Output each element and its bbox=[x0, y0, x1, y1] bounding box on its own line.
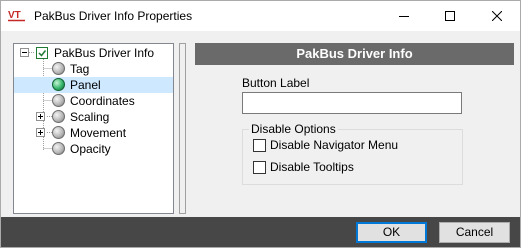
gray-circle-icon bbox=[52, 110, 65, 123]
disable-tooltips-checkbox[interactable] bbox=[253, 161, 266, 174]
green-circle-icon bbox=[52, 78, 65, 91]
button-label-caption: Button Label bbox=[242, 76, 310, 90]
disable-navigator-menu-checkbox[interactable] bbox=[253, 139, 266, 152]
tree-item-opacity[interactable]: Opacity bbox=[14, 141, 173, 157]
dialog-body: PakBus Driver Info Tag Panel Coordinates bbox=[1, 31, 520, 217]
gray-circle-icon bbox=[52, 94, 65, 107]
tree-item-label: Opacity bbox=[70, 142, 111, 156]
tree-item-label: Tag bbox=[70, 62, 90, 76]
tree-item-coordinates[interactable]: Coordinates bbox=[14, 93, 173, 109]
checked-box-icon bbox=[36, 47, 48, 59]
cancel-button[interactable]: Cancel bbox=[439, 222, 510, 243]
tree-item-label: PakBus Driver Info bbox=[54, 46, 155, 60]
minimize-icon bbox=[399, 16, 409, 17]
gray-circle-icon bbox=[52, 126, 65, 139]
tree-item-movement[interactable]: Movement bbox=[14, 125, 173, 141]
dialog-footer: OK Cancel bbox=[1, 217, 520, 247]
app-logo-icon: VT bbox=[8, 10, 25, 22]
panel-header: PakBus Driver Info bbox=[195, 43, 514, 65]
tree-item-label: Movement bbox=[70, 126, 127, 140]
title-bar[interactable]: VT PakBus Driver Info Properties bbox=[1, 1, 520, 31]
pane-splitter[interactable] bbox=[179, 43, 186, 214]
tree-item-label: Coordinates bbox=[70, 94, 135, 108]
button-label-input[interactable] bbox=[242, 92, 462, 114]
properties-dialog: VT PakBus Driver Info Properties PakBus … bbox=[0, 0, 521, 248]
maximize-button[interactable] bbox=[427, 1, 473, 31]
expand-icon[interactable] bbox=[36, 128, 45, 137]
window-title: PakBus Driver Info Properties bbox=[34, 9, 193, 23]
gray-circle-icon bbox=[52, 142, 65, 155]
svg-text:VT: VT bbox=[8, 10, 21, 21]
tree-item-root[interactable]: PakBus Driver Info bbox=[14, 45, 173, 61]
minimize-button[interactable] bbox=[381, 1, 427, 31]
checkbox-label: Disable Tooltips bbox=[270, 160, 354, 174]
tree-item-scaling[interactable]: Scaling bbox=[14, 109, 173, 125]
close-icon bbox=[492, 11, 502, 21]
close-button[interactable] bbox=[474, 1, 520, 31]
collapse-icon[interactable] bbox=[20, 48, 29, 57]
property-tree[interactable]: PakBus Driver Info Tag Panel Coordinates bbox=[13, 43, 174, 214]
checkbox-label: Disable Navigator Menu bbox=[270, 138, 399, 152]
tree-item-tag[interactable]: Tag bbox=[14, 61, 173, 77]
tree-item-label: Scaling bbox=[70, 110, 110, 124]
maximize-icon bbox=[445, 11, 455, 21]
expand-icon[interactable] bbox=[36, 112, 45, 121]
ok-button[interactable]: OK bbox=[356, 222, 427, 243]
gray-circle-icon bbox=[52, 62, 65, 75]
disable-options-title: Disable Options bbox=[249, 122, 338, 136]
tree-item-panel[interactable]: Panel bbox=[14, 77, 173, 93]
tree-item-label: Panel bbox=[70, 78, 101, 92]
